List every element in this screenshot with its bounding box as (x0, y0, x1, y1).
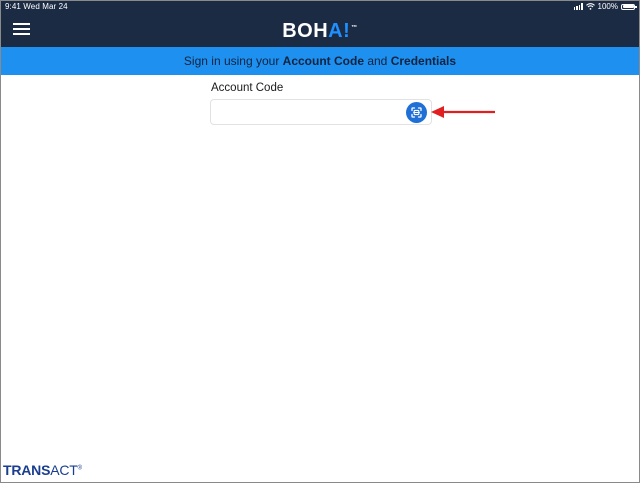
logo-accent-text: A! (328, 20, 351, 42)
account-code-label: Account Code (211, 82, 284, 94)
account-code-input[interactable] (210, 99, 432, 125)
top-navigation-bar: 9:41 Wed Mar 24 100% BOHA!™ (1, 1, 639, 47)
qr-scan-icon (411, 107, 422, 118)
wifi-icon (585, 3, 595, 10)
footer-registered-mark: ® (77, 465, 82, 472)
banner-middle: and (364, 54, 391, 68)
banner-credentials: Credentials (390, 54, 457, 68)
footer-brand-bold: TRANS (3, 462, 51, 478)
status-bar-time: 9:41 Wed Mar 24 (5, 2, 68, 11)
qr-scan-button[interactable] (406, 102, 427, 123)
logo-main-text: BOH (282, 20, 329, 42)
status-bar-indicators: 100% (573, 2, 637, 11)
sign-in-instruction-banner: Sign in using your Account Code and Cred… (1, 47, 639, 75)
banner-prefix: Sign in using your (183, 54, 283, 68)
banner-account-code: Account Code (282, 54, 364, 68)
app-logo: BOHA!™ (1, 20, 639, 43)
battery-icon (621, 3, 637, 10)
cellular-signal-icon (573, 3, 583, 10)
battery-percent: 100% (597, 2, 618, 11)
transact-footer-logo: TRANSACT® (3, 462, 82, 478)
footer-brand-light: ACT (50, 462, 78, 478)
red-arrow-annotation-icon (431, 106, 495, 118)
logo-trademark: ™ (351, 25, 358, 32)
app-window: 9:41 Wed Mar 24 100% BOHA!™ Sign in usin… (0, 0, 640, 483)
